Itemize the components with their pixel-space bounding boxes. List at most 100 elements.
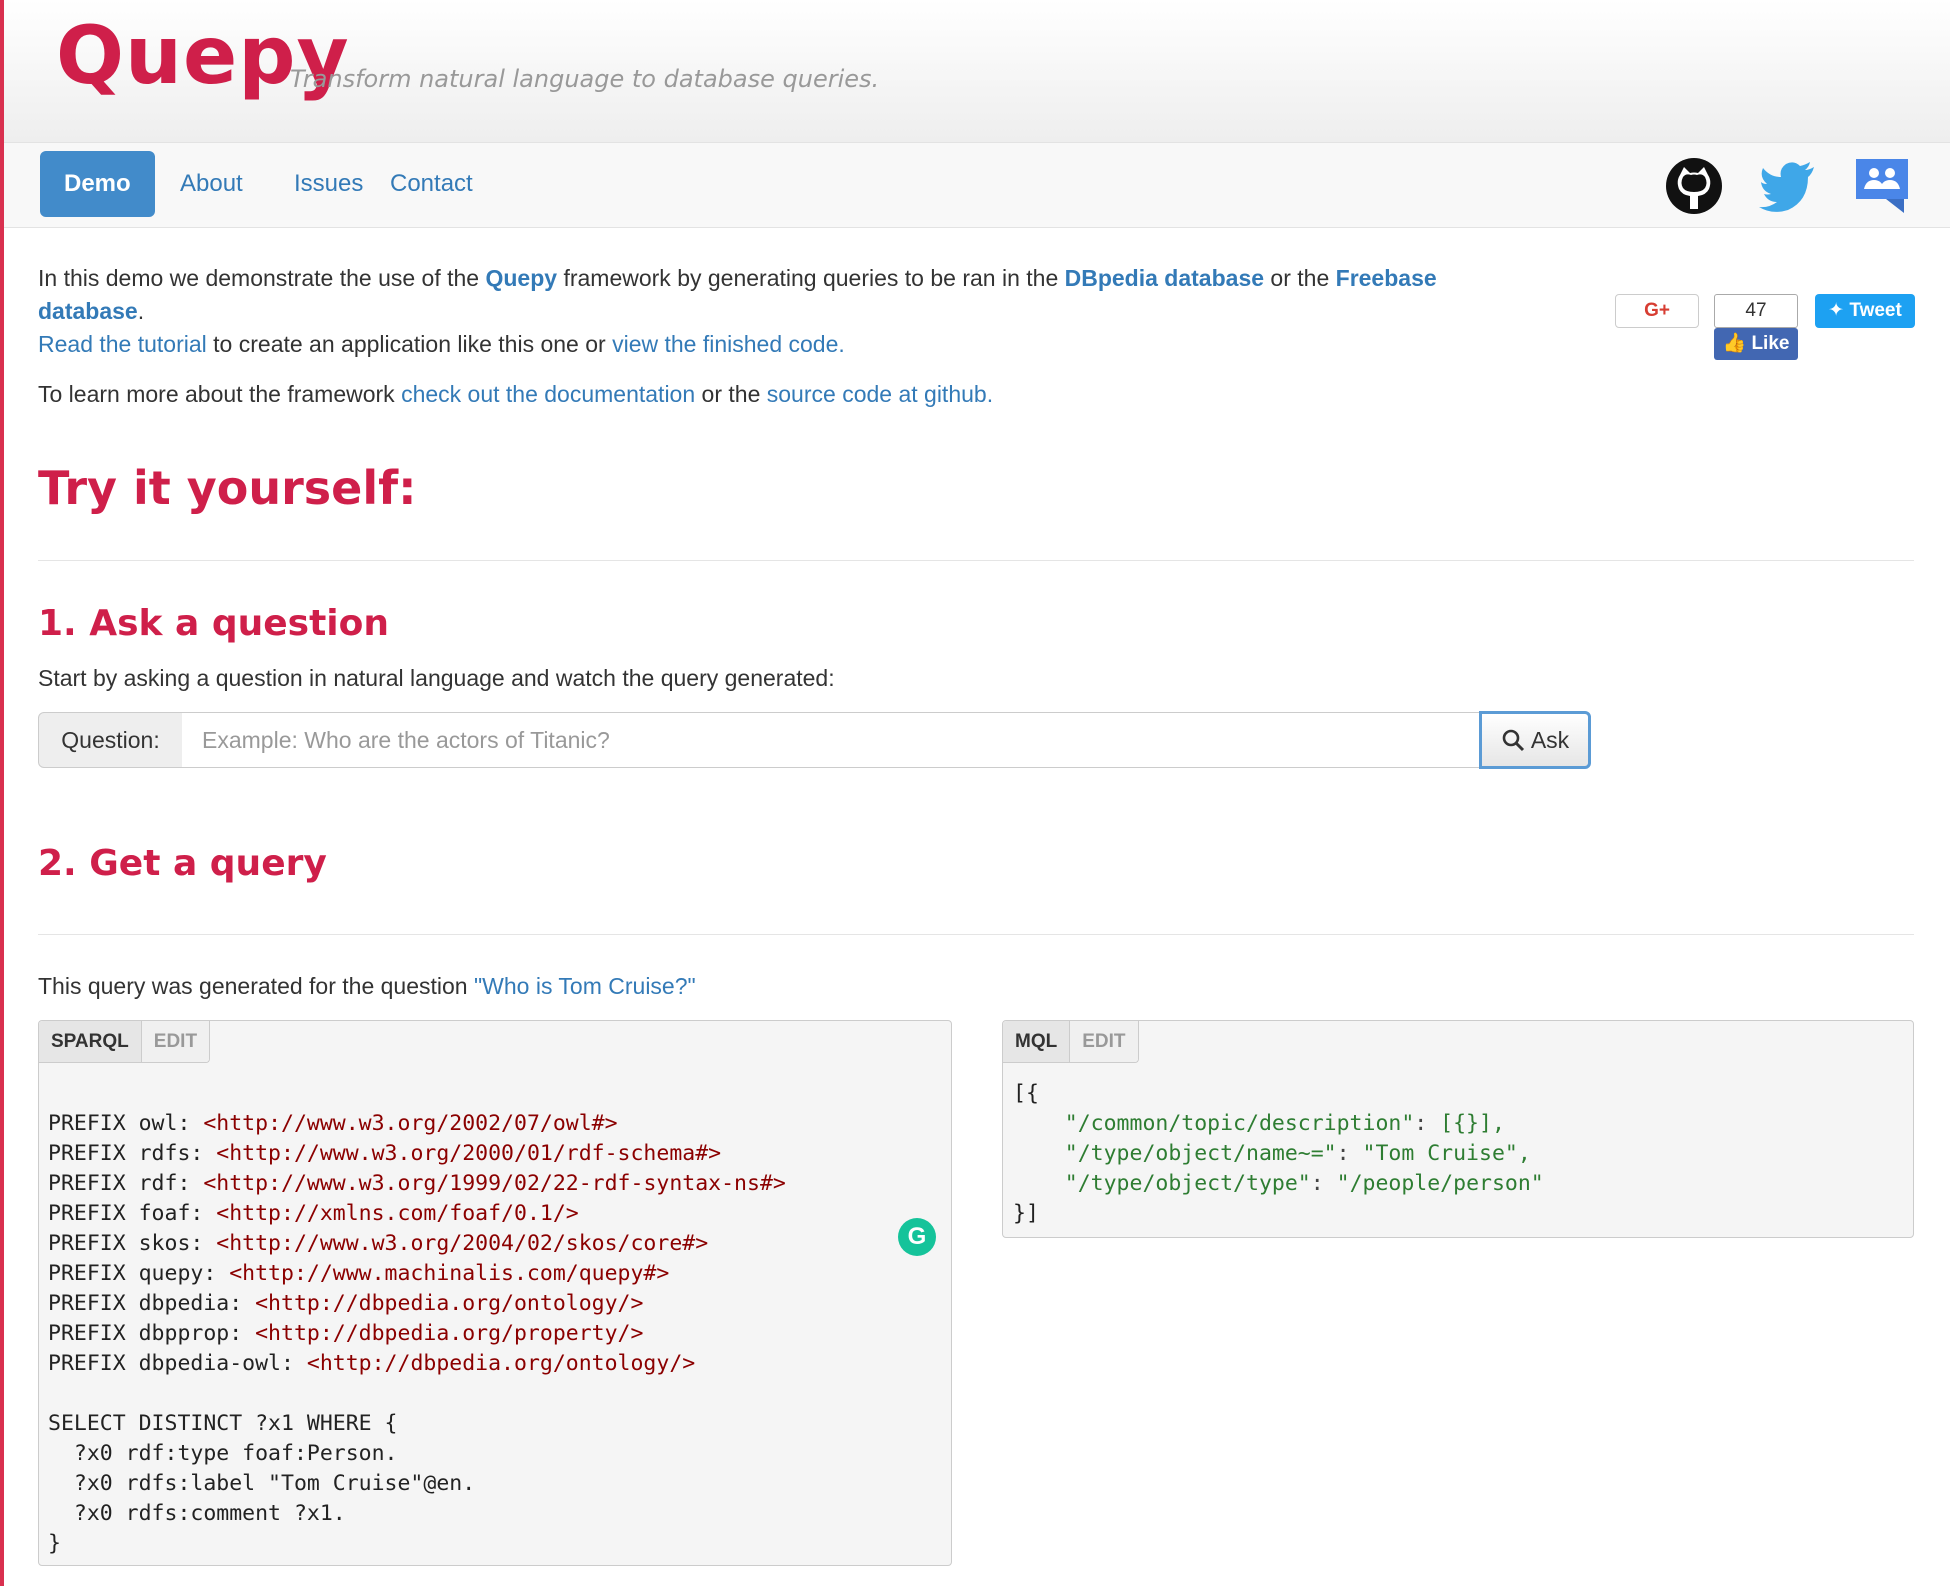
- mql-value: "Tom Cruise",: [1362, 1141, 1531, 1166]
- finished-code-link[interactable]: view the finished code.: [612, 331, 845, 357]
- thumbs-up-icon: 👍: [1722, 333, 1747, 354]
- google-groups-icon[interactable]: [1850, 153, 1914, 217]
- nav-about[interactable]: About: [156, 151, 267, 217]
- intro-text: In this demo we demonstrate the use of t…: [38, 262, 1478, 361]
- intro-text-1: In this demo we demonstrate the use of t…: [38, 265, 486, 291]
- prefix-uri: <http://www.w3.org/2002/07/owl#>: [203, 1111, 618, 1136]
- sparql-tabs: SPARQL EDIT: [39, 1021, 211, 1063]
- mql-panel: MQL EDIT [{ "/common/topic/description":…: [1002, 1020, 1914, 1238]
- twitter-icon[interactable]: [1756, 153, 1820, 217]
- quepy-link[interactable]: Quepy: [485, 265, 557, 291]
- intro-text-4: .: [137, 298, 145, 324]
- sparql-triple-line: ?x0 rdfs:comment ?x1.: [48, 1501, 346, 1526]
- prefix-uri: <http://www.machinalis.com/quepy#>: [229, 1261, 670, 1286]
- prefix-uri: <http://dbpedia.org/ontology/>: [255, 1291, 644, 1316]
- tab-mql-edit[interactable]: EDIT: [1069, 1021, 1138, 1062]
- mql-code[interactable]: [{ "/common/topic/description": [{}], "/…: [1013, 1079, 1544, 1229]
- ask-description: Start by asking a question in natural la…: [38, 665, 835, 691]
- question-label: Question:: [38, 712, 183, 768]
- learn-more-text: To learn more about the framework check …: [38, 378, 993, 411]
- query-description-text: This query was generated for the questio…: [38, 973, 474, 999]
- google-plus-button[interactable]: G+: [1615, 294, 1699, 328]
- mql-open-line: [{: [1013, 1081, 1039, 1106]
- sparql-prefix-line: PREFIX rdfs: <http://www.w3.org/2000/01/…: [48, 1139, 786, 1169]
- query-description: This query was generated for the questio…: [38, 970, 696, 1002]
- sparql-select-line: SELECT DISTINCT ?x1 WHERE {: [48, 1411, 398, 1436]
- sparql-prefix-line: PREFIX owl: <http://www.w3.org/2002/07/o…: [48, 1109, 786, 1139]
- mql-colon: :: [1310, 1171, 1337, 1196]
- mql-colon: :: [1414, 1111, 1441, 1136]
- mql-value: "/people/person": [1336, 1171, 1544, 1196]
- prefix-uri: <http://www.w3.org/2000/01/rdf-schema#>: [216, 1141, 722, 1166]
- intro-text-5: to create an application like this one o…: [206, 331, 613, 357]
- sparql-prefix-line: PREFIX skos: <http://www.w3.org/2004/02/…: [48, 1229, 786, 1259]
- prefix-keyword: PREFIX rdfs:: [48, 1141, 217, 1166]
- nav-contact[interactable]: Contact: [366, 151, 497, 217]
- mql-key: "/type/object/name~=": [1064, 1141, 1337, 1166]
- prefix-keyword: PREFIX foaf:: [48, 1201, 217, 1226]
- site-header: Quepy Transform natural language to data…: [4, 0, 1950, 142]
- like-label: Like: [1751, 333, 1790, 354]
- left-accent-bar: [0, 0, 4, 1586]
- prefix-uri: <http://dbpedia.org/property/>: [255, 1321, 644, 1346]
- prefix-keyword: PREFIX owl:: [48, 1111, 204, 1136]
- tutorial-link[interactable]: Read the tutorial: [38, 331, 207, 357]
- question-input[interactable]: [182, 712, 1480, 768]
- intro-text-6: To learn more about the framework: [38, 381, 402, 407]
- mql-close-line: }]: [1013, 1201, 1039, 1226]
- github-icon[interactable]: [1662, 153, 1726, 217]
- sparql-code[interactable]: PREFIX owl: <http://www.w3.org/2002/07/o…: [48, 1109, 786, 1559]
- mql-line: "/common/topic/description": [{}],: [1013, 1109, 1544, 1139]
- ask-button[interactable]: Ask: [1479, 711, 1591, 769]
- generated-question-link[interactable]: "Who is Tom Cruise?": [474, 973, 696, 999]
- ask-heading: 1. Ask a question: [38, 603, 389, 644]
- tab-sparql-edit[interactable]: EDIT: [140, 1021, 210, 1062]
- sparql-triple-line: ?x0 rdf:type foaf:Person.: [48, 1441, 398, 1466]
- sparql-prefix-line: PREFIX dbpedia-owl: <http://dbpedia.org/…: [48, 1349, 786, 1379]
- mql-line: "/type/object/name~=": "Tom Cruise",: [1013, 1139, 1544, 1169]
- tweet-button[interactable]: ✦ Tweet: [1815, 294, 1915, 328]
- prefix-uri: <http://xmlns.com/foaf/0.1/>: [216, 1201, 579, 1226]
- prefix-keyword: PREFIX quepy:: [48, 1261, 230, 1286]
- sparql-prefix-line: PREFIX dbpedia: <http://dbpedia.org/onto…: [48, 1289, 786, 1319]
- search-icon: [1502, 729, 1524, 752]
- prefix-uri: <http://www.w3.org/2004/02/skos/core#>: [216, 1231, 709, 1256]
- prefix-uri: <http://www.w3.org/1999/02/22-rdf-syntax…: [203, 1171, 786, 1196]
- mql-line: "/type/object/type": "/people/person": [1013, 1169, 1544, 1199]
- twitter-bird-icon: ✦: [1828, 300, 1845, 321]
- try-heading: Try it yourself:: [38, 461, 417, 515]
- mql-key: "/common/topic/description": [1064, 1111, 1415, 1136]
- sparql-prefix-line: PREFIX dbpprop: <http://dbpedia.org/prop…: [48, 1319, 786, 1349]
- prefix-keyword: PREFIX skos:: [48, 1231, 217, 1256]
- divider: [38, 934, 1914, 935]
- nav-demo[interactable]: Demo: [40, 151, 155, 217]
- mql-key: "/type/object/type": [1064, 1171, 1311, 1196]
- facebook-like-button[interactable]: 👍 Like: [1714, 328, 1798, 360]
- ask-button-label: Ask: [1530, 726, 1570, 753]
- tab-mql[interactable]: MQL: [1003, 1021, 1070, 1062]
- intro-text-7: or the: [695, 381, 767, 407]
- tweet-label: Tweet: [1849, 300, 1902, 321]
- divider: [38, 560, 1914, 561]
- prefix-keyword: PREFIX dbpedia-owl:: [48, 1351, 307, 1376]
- intro-text-2: framework by generating queries to be ra…: [557, 265, 1065, 291]
- dbpedia-link[interactable]: DBpedia database: [1065, 265, 1264, 291]
- sparql-panel: SPARQL EDIT PREFIX owl: <http://www.w3.o…: [38, 1020, 952, 1566]
- mql-colon: :: [1336, 1141, 1363, 1166]
- grammarly-icon[interactable]: G: [898, 1218, 936, 1256]
- sparql-triple-line: ?x0 rdfs:label "Tom Cruise"@en.: [48, 1471, 476, 1496]
- github-source-link[interactable]: source code at github.: [767, 381, 993, 407]
- intro-text-3: or the: [1264, 265, 1336, 291]
- documentation-link[interactable]: check out the documentation: [401, 381, 695, 407]
- mql-value: [{}],: [1440, 1111, 1505, 1136]
- tab-sparql[interactable]: SPARQL: [39, 1021, 141, 1062]
- prefix-uri: <http://dbpedia.org/ontology/>: [306, 1351, 696, 1376]
- sparql-prefix-line: PREFIX rdf: <http://www.w3.org/1999/02/2…: [48, 1169, 786, 1199]
- navbar: Demo About Issues Contact: [4, 142, 1950, 228]
- mql-tabs: MQL EDIT: [1003, 1021, 1139, 1063]
- sparql-close-line: }: [48, 1531, 61, 1556]
- facebook-like-count: 47: [1714, 294, 1798, 328]
